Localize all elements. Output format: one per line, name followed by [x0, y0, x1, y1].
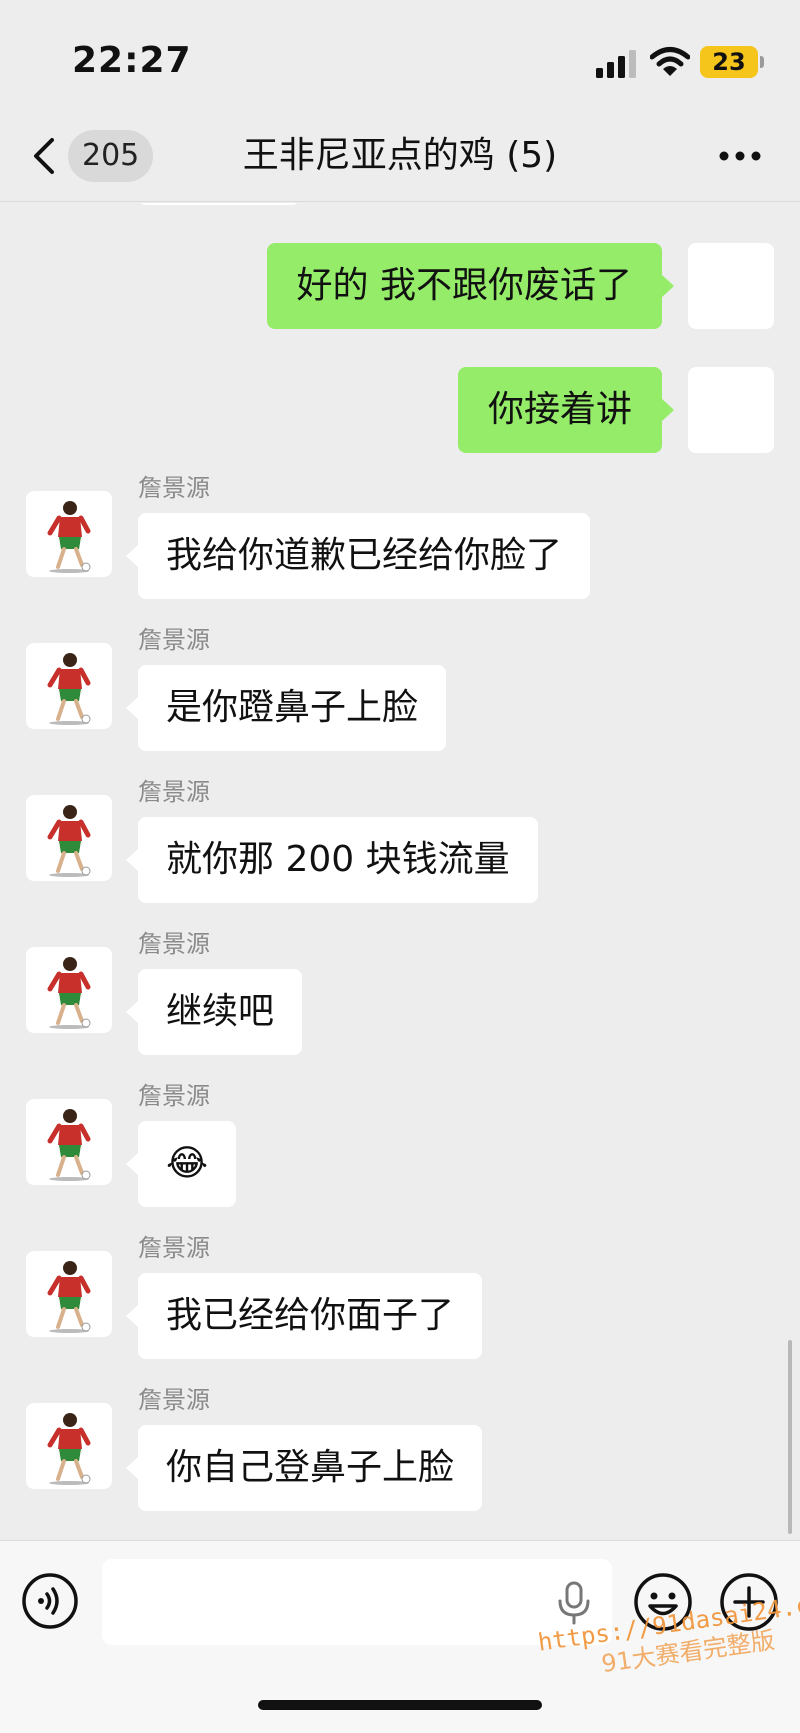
sender-name: 詹景源: [138, 1082, 210, 1110]
more-icon[interactable]: [718, 150, 762, 162]
outgoing-message-bubble[interactable]: 你接着讲: [457, 367, 675, 453]
footballer-avatar-image: [47, 653, 91, 725]
mic-icon[interactable]: [556, 1581, 592, 1625]
sender-name: 詹景源: [138, 1234, 210, 1262]
footballer-avatar-image: [47, 805, 91, 877]
avatar[interactable]: [26, 1251, 112, 1337]
scrollbar[interactable]: [788, 1340, 792, 1534]
home-indicator[interactable]: [258, 1700, 542, 1710]
self-avatar[interactable]: [688, 367, 774, 453]
chat-title: 王非尼亚点的鸡 (5): [242, 135, 558, 176]
battery-icon: 23: [700, 46, 764, 78]
wifi-icon: [650, 47, 690, 76]
footballer-avatar-image: [47, 501, 91, 573]
self-avatar[interactable]: [688, 243, 774, 329]
incoming-message-bubble[interactable]: 我已经给你面子了: [125, 1273, 483, 1359]
avatar[interactable]: [26, 1403, 112, 1489]
sender-name: 詹景源: [138, 930, 210, 958]
footballer-avatar-image: [47, 1109, 91, 1181]
incoming-message-bubble[interactable]: 你自己登鼻子上脸: [125, 1425, 483, 1511]
back-icon[interactable]: [30, 136, 60, 176]
footballer-avatar-image: [47, 957, 91, 1029]
status-bar: 22:27 23: [0, 0, 800, 110]
sender-name: 詹景源: [138, 474, 210, 502]
message-input[interactable]: [102, 1559, 612, 1645]
avatar[interactable]: [26, 643, 112, 729]
incoming-message-bubble[interactable]: 是你蹬鼻子上脸: [125, 665, 447, 751]
battery-level: 23: [712, 48, 746, 76]
unread-count-badge[interactable]: 205: [68, 130, 154, 182]
message-list[interactable]: 好的 我不跟你废话了 你接着讲 詹景源 我给你道歉已经给你脸了 詹景源 是你蹬鼻…: [0, 203, 800, 1540]
cut-off-message-bubble: [138, 203, 300, 205]
footballer-avatar-image: [47, 1413, 91, 1485]
outgoing-message-bubble[interactable]: 好的 我不跟你废话了: [266, 243, 675, 329]
incoming-message-bubble[interactable]: 就你那 200 块钱流量: [126, 817, 538, 903]
chat-nav-bar: 205 王非尼亚点的鸡 (5): [0, 110, 800, 202]
footballer-avatar-image: [47, 1261, 91, 1333]
incoming-message-bubble[interactable]: 继续吧: [125, 969, 303, 1055]
status-time: 22:27: [72, 40, 192, 81]
avatar[interactable]: [26, 795, 112, 881]
sender-name: 詹景源: [138, 1386, 210, 1414]
avatar[interactable]: [26, 947, 112, 1033]
incoming-emoji-bubble[interactable]: 😂: [125, 1121, 237, 1207]
sender-name: 詹景源: [138, 778, 210, 806]
avatar[interactable]: [26, 491, 112, 577]
incoming-message-bubble[interactable]: 我给你道歉已经给你脸了: [125, 513, 591, 599]
signal-icon: [596, 50, 636, 78]
voice-icon[interactable]: [20, 1571, 80, 1631]
sender-name: 詹景源: [138, 626, 210, 654]
avatar[interactable]: [26, 1099, 112, 1185]
